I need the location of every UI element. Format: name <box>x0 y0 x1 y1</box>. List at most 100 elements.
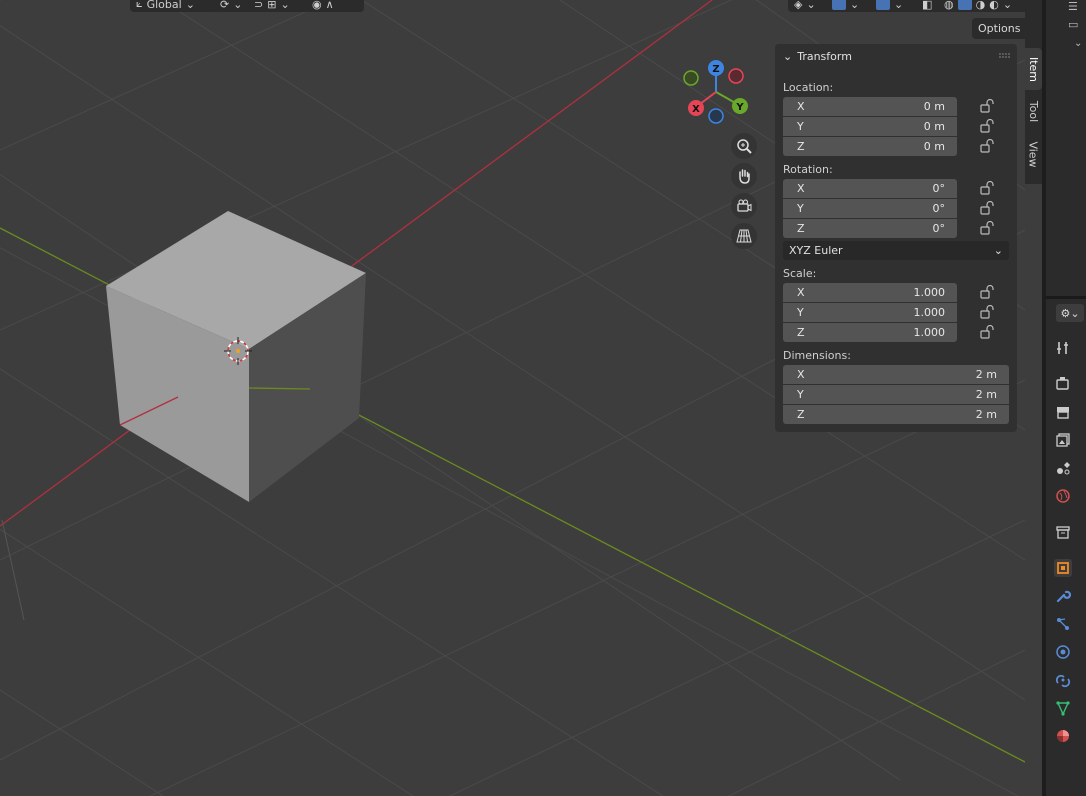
physics-tab[interactable] <box>1054 643 1072 661</box>
output-tab[interactable] <box>1054 403 1072 421</box>
dimensions-x-field[interactable]: X2 m <box>783 365 1009 384</box>
rotation-y-field[interactable]: Y 0° <box>783 199 957 218</box>
collection-icon <box>1056 526 1070 539</box>
properties-editor-icon: ⚙⌄ <box>1060 306 1080 320</box>
location-label: Location: <box>783 81 834 94</box>
lock-icon[interactable] <box>980 305 994 319</box>
data-tab[interactable] <box>1054 699 1072 717</box>
snap-icon: ⊃ <box>254 0 264 11</box>
lock-icon[interactable] <box>980 221 994 235</box>
svg-text:Y: Y <box>735 102 744 113</box>
chevron-down-icon: ⌄ <box>850 0 860 11</box>
overlays-toggle[interactable]: ⌄ <box>870 0 922 12</box>
rotation-x-field[interactable]: X 0° <box>783 179 957 198</box>
orientation-icon: ⟀ <box>136 0 143 10</box>
dimensions-label: Dimensions: <box>783 349 851 362</box>
svg-text:X: X <box>692 104 700 115</box>
zoom-button[interactable] <box>731 133 757 159</box>
scale-y-field[interactable]: Y 1.000 <box>783 303 957 322</box>
scene-icon <box>1057 462 1070 475</box>
location-x-field[interactable]: X0 m <box>783 97 957 116</box>
perspective-toggle-button[interactable] <box>731 223 757 249</box>
lock-icon[interactable] <box>980 139 994 153</box>
chevron-down-icon[interactable]: ⌄ <box>1074 38 1082 49</box>
lock-icon[interactable] <box>980 99 994 113</box>
viewport-header: ⟀ Global ⌄ ⟳⌄ ⊃⊞⌄ ◉∧ ◈⌄ ⌄ ⌄ ◧ ◍ ◑ ◐ <box>0 0 1025 14</box>
modifier-icon <box>1056 590 1071 603</box>
particles-tab[interactable] <box>1054 615 1072 633</box>
physics-icon <box>1056 645 1070 659</box>
material-tab[interactable] <box>1054 727 1072 745</box>
scene-tab[interactable] <box>1054 459 1072 477</box>
pan-button[interactable] <box>731 163 757 189</box>
chevron-down-icon: ⌄ <box>1002 0 1013 11</box>
view-layer-tab[interactable] <box>1054 431 1072 449</box>
scale-label: Scale: <box>783 267 817 280</box>
proportional-edit-icon: ◉ <box>312 0 322 11</box>
collection-tab[interactable] <box>1054 523 1072 541</box>
gizmo-icon <box>832 0 846 10</box>
rendered-shading-icon: ◐ <box>989 0 999 11</box>
camera-icon <box>737 199 752 212</box>
outliner-filter-icon[interactable]: ▭ <box>1068 18 1086 32</box>
data-icon <box>1056 701 1070 716</box>
rotation-z-field[interactable]: Z 0° <box>783 219 957 238</box>
lock-icon[interactable] <box>980 325 994 339</box>
tab-item[interactable]: Item <box>1025 48 1042 90</box>
scale-x-field[interactable]: X 1.000 <box>783 283 957 302</box>
location-z-field[interactable]: Z0 m <box>783 137 957 156</box>
zoom-icon <box>737 139 752 154</box>
tab-tool[interactable]: Tool <box>1025 92 1042 130</box>
neg-y-axis-icon <box>683 70 699 86</box>
proportional-editing[interactable]: ◉ ∧ <box>306 0 364 12</box>
solid-shading-icon <box>957 0 972 10</box>
lock-icon[interactable] <box>980 119 994 133</box>
view-layer-icon <box>1056 433 1070 447</box>
scale-z-field[interactable]: Z 1.000 <box>783 323 957 342</box>
dimensions-y-field[interactable]: Y2 m <box>783 385 1009 404</box>
wireframe-shading-icon: ◍ <box>944 0 954 11</box>
lock-icon[interactable] <box>980 285 994 299</box>
grid-perspective-icon <box>736 229 752 243</box>
chevron-down-icon: ⌄ <box>280 0 290 11</box>
lock-icon[interactable] <box>980 181 994 195</box>
pan-hand-icon <box>739 169 750 184</box>
drag-grip-icon[interactable] <box>999 53 1011 59</box>
tool-tab[interactable] <box>1054 339 1072 357</box>
chevron-down-icon: ⌄ <box>993 244 1003 257</box>
options-button[interactable]: Options ⌄ <box>972 18 1025 39</box>
sidebar-panel: ⌄ Transform Location: X0 m Y0 m Z0 m Rot… <box>775 44 1017 432</box>
chevron-down-icon: ⌄ <box>185 0 195 11</box>
orientation-dropdown[interactable]: ⟀ Global ⌄ <box>130 0 218 12</box>
modifier-tab[interactable] <box>1054 587 1072 605</box>
pivot-icon: ⟳ <box>220 0 230 11</box>
object-icon <box>1057 562 1069 574</box>
render-tab[interactable] <box>1054 374 1072 392</box>
transform-panel-header[interactable]: ⌄ Transform <box>783 50 852 63</box>
world-tab[interactable] <box>1054 487 1072 505</box>
lock-icon[interactable] <box>980 201 994 215</box>
sidebar-tabs: Item Tool View <box>1025 44 1042 184</box>
outliner-icon[interactable]: ☰ <box>1068 0 1086 14</box>
rotation-mode-dropdown[interactable]: XYZ Euler ⌄ <box>783 241 1009 260</box>
location-y-field[interactable]: Y0 m <box>783 117 957 136</box>
camera-view-button[interactable] <box>731 193 757 219</box>
output-icon <box>1057 407 1069 419</box>
object-tab[interactable] <box>1054 559 1072 577</box>
dimensions-z-field[interactable]: Z2 m <box>783 405 1009 424</box>
snap-controls[interactable]: ⊃ ⊞ ⌄ <box>248 0 310 12</box>
chevron-down-icon: ⌄ <box>233 0 243 11</box>
tool-icon <box>1057 342 1068 354</box>
constraints-tab[interactable] <box>1054 671 1072 689</box>
navigation-gizmo[interactable]: Z Y X <box>680 56 750 126</box>
tab-view[interactable]: View <box>1025 132 1042 176</box>
world-icon <box>1056 489 1070 503</box>
editor-type-dropdown[interactable]: ⚙⌄ <box>1056 304 1084 322</box>
particles-icon <box>1057 618 1069 630</box>
material-icon <box>1057 730 1069 742</box>
rotation-label: Rotation: <box>783 163 833 176</box>
chevron-down-icon: ⌄ <box>894 0 904 11</box>
properties-editor: ☰ ▭ ⌄ ⚙⌄ <box>1046 0 1086 796</box>
neg-z-axis-icon <box>708 108 724 124</box>
shading-modes[interactable]: ◍ ◑ ◐ ⌄ <box>938 0 1025 12</box>
